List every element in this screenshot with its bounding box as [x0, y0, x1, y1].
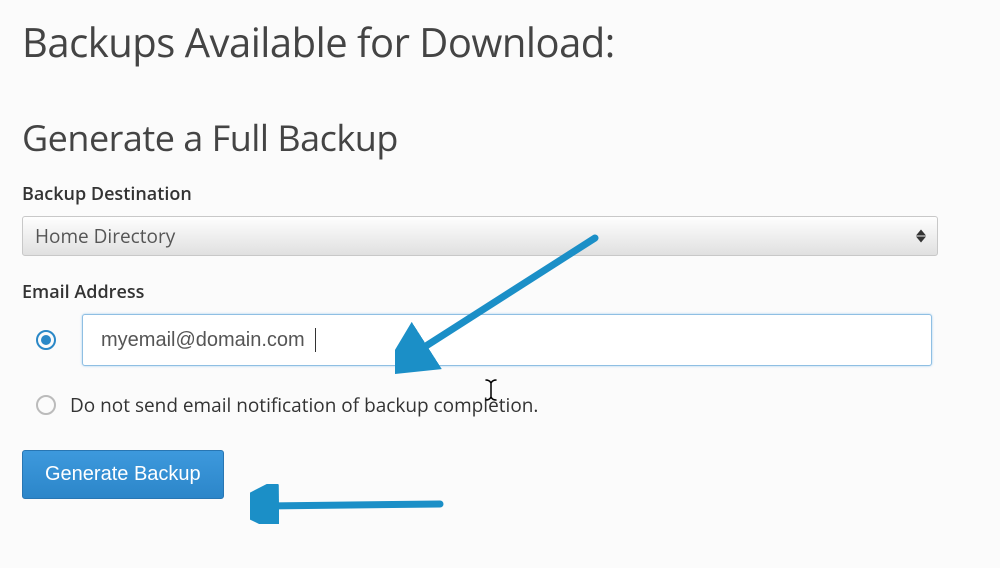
email-address-label: Email Address	[22, 280, 978, 304]
text-caret	[315, 328, 316, 352]
annotation-arrow-icon	[250, 484, 450, 524]
no-email-radio[interactable]	[36, 395, 56, 415]
page-title: Backups Available for Download:	[22, 14, 978, 69]
no-email-label: Do not send email notification of backup…	[70, 392, 538, 418]
email-radio-selected[interactable]	[36, 330, 56, 350]
email-address-input[interactable]	[82, 314, 932, 366]
backup-destination-select[interactable]: Home Directory	[22, 216, 938, 256]
generate-backup-button[interactable]: Generate Backup	[22, 450, 224, 499]
backup-destination-label: Backup Destination	[22, 182, 978, 206]
radio-dot-icon	[41, 335, 51, 345]
backup-destination-value[interactable]: Home Directory	[22, 216, 938, 256]
section-title: Generate a Full Backup	[22, 113, 978, 162]
